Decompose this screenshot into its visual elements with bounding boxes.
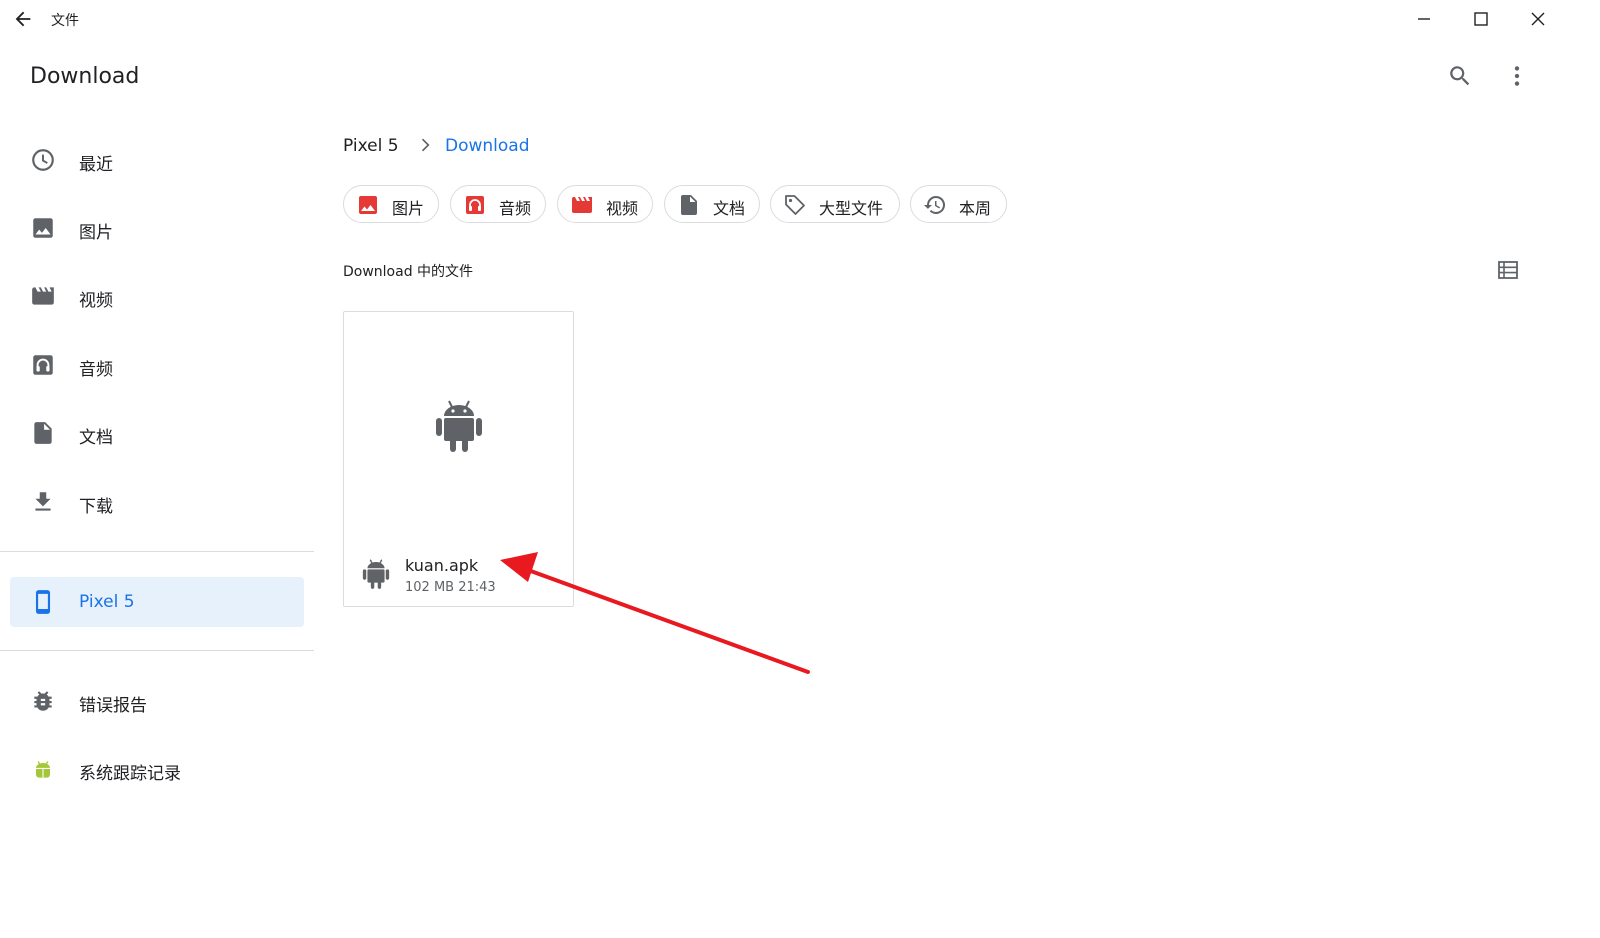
tag-icon (785, 195, 805, 215)
chip-label: 视频 (606, 199, 639, 218)
document-icon (34, 422, 52, 444)
minimize-icon[interactable] (1413, 8, 1435, 30)
close-icon[interactable] (1527, 8, 1549, 30)
headphones-icon (33, 355, 53, 375)
history-icon (924, 195, 946, 214)
chip-label: 本周 (959, 199, 992, 218)
search-icon[interactable] (1447, 63, 1473, 89)
chip-label: 音频 (499, 199, 532, 218)
chip-videos[interactable]: 视频 (557, 185, 653, 223)
section-title: Download 中的文件 (343, 264, 474, 280)
document-icon (681, 195, 697, 215)
sidebar-item-images[interactable]: 图片 (10, 203, 304, 253)
headphones-icon (466, 196, 484, 214)
chip-images[interactable]: 图片 (343, 185, 439, 223)
sidebar-item-documents[interactable]: 文档 (10, 408, 304, 458)
sidebar-item-bug-report[interactable]: 错误报告 (10, 676, 304, 726)
image-icon (359, 196, 377, 214)
chip-label: 图片 (392, 199, 425, 218)
image-icon (33, 218, 53, 238)
page-title: Download (30, 64, 140, 89)
sidebar-item-label: Pixel 5 (79, 592, 135, 612)
sidebar-item-audio[interactable]: 音频 (10, 340, 304, 390)
movie-icon (572, 197, 592, 213)
sidebar-item-label: 下载 (79, 497, 113, 517)
sidebar-divider (0, 551, 314, 552)
clock-icon (32, 149, 54, 171)
phone-icon (35, 590, 51, 614)
chip-label: 文档 (713, 199, 746, 218)
chip-documents[interactable]: 文档 (664, 185, 760, 223)
chevron-right-icon (421, 138, 430, 152)
android-icon (35, 761, 51, 778)
arrow-left-icon[interactable] (12, 8, 34, 30)
sidebar-item-downloads[interactable]: 下载 (10, 477, 304, 527)
chip-label: 大型文件 (819, 199, 884, 218)
sidebar-divider (0, 650, 314, 651)
sidebar-item-label: 文档 (79, 428, 113, 448)
sidebar-item-label: 音频 (79, 360, 113, 380)
annotation-arrow-icon (500, 552, 810, 674)
maximize-icon[interactable] (1470, 8, 1492, 30)
list-view-icon[interactable] (1496, 258, 1520, 282)
bug-icon (34, 691, 52, 711)
chip-large-files[interactable]: 大型文件 (770, 185, 900, 223)
breadcrumb-item-root[interactable]: Pixel 5 (343, 136, 399, 156)
chip-audio[interactable]: 音频 (450, 185, 546, 223)
sidebar-item-label: 最近 (79, 155, 113, 175)
sidebar-item-system-traces[interactable]: 系统跟踪记录 (10, 744, 304, 794)
file-name: kuan.apk (405, 556, 479, 575)
android-icon (436, 400, 482, 452)
sidebar-item-label: 系统跟踪记录 (79, 764, 181, 784)
title-bar: 文件 (0, 0, 1600, 38)
movie-icon (32, 287, 54, 305)
sidebar-item-label: 错误报告 (79, 696, 147, 716)
breadcrumb-item-current[interactable]: Download (445, 136, 530, 156)
android-icon (362, 559, 390, 589)
sidebar-item-pixel-5[interactable]: Pixel 5 (10, 577, 304, 627)
download-icon (35, 492, 51, 511)
sidebar-item-videos[interactable]: 视频 (10, 271, 304, 321)
sidebar-item-label: 视频 (79, 291, 113, 311)
file-meta: 102 MB 21:43 (405, 580, 496, 595)
sidebar-item-recent[interactable]: 最近 (10, 135, 304, 185)
chip-this-week[interactable]: 本周 (910, 185, 1007, 223)
app-title: 文件 (51, 13, 79, 29)
more-vert-icon[interactable] (1504, 63, 1530, 89)
sidebar-item-label: 图片 (79, 223, 113, 243)
